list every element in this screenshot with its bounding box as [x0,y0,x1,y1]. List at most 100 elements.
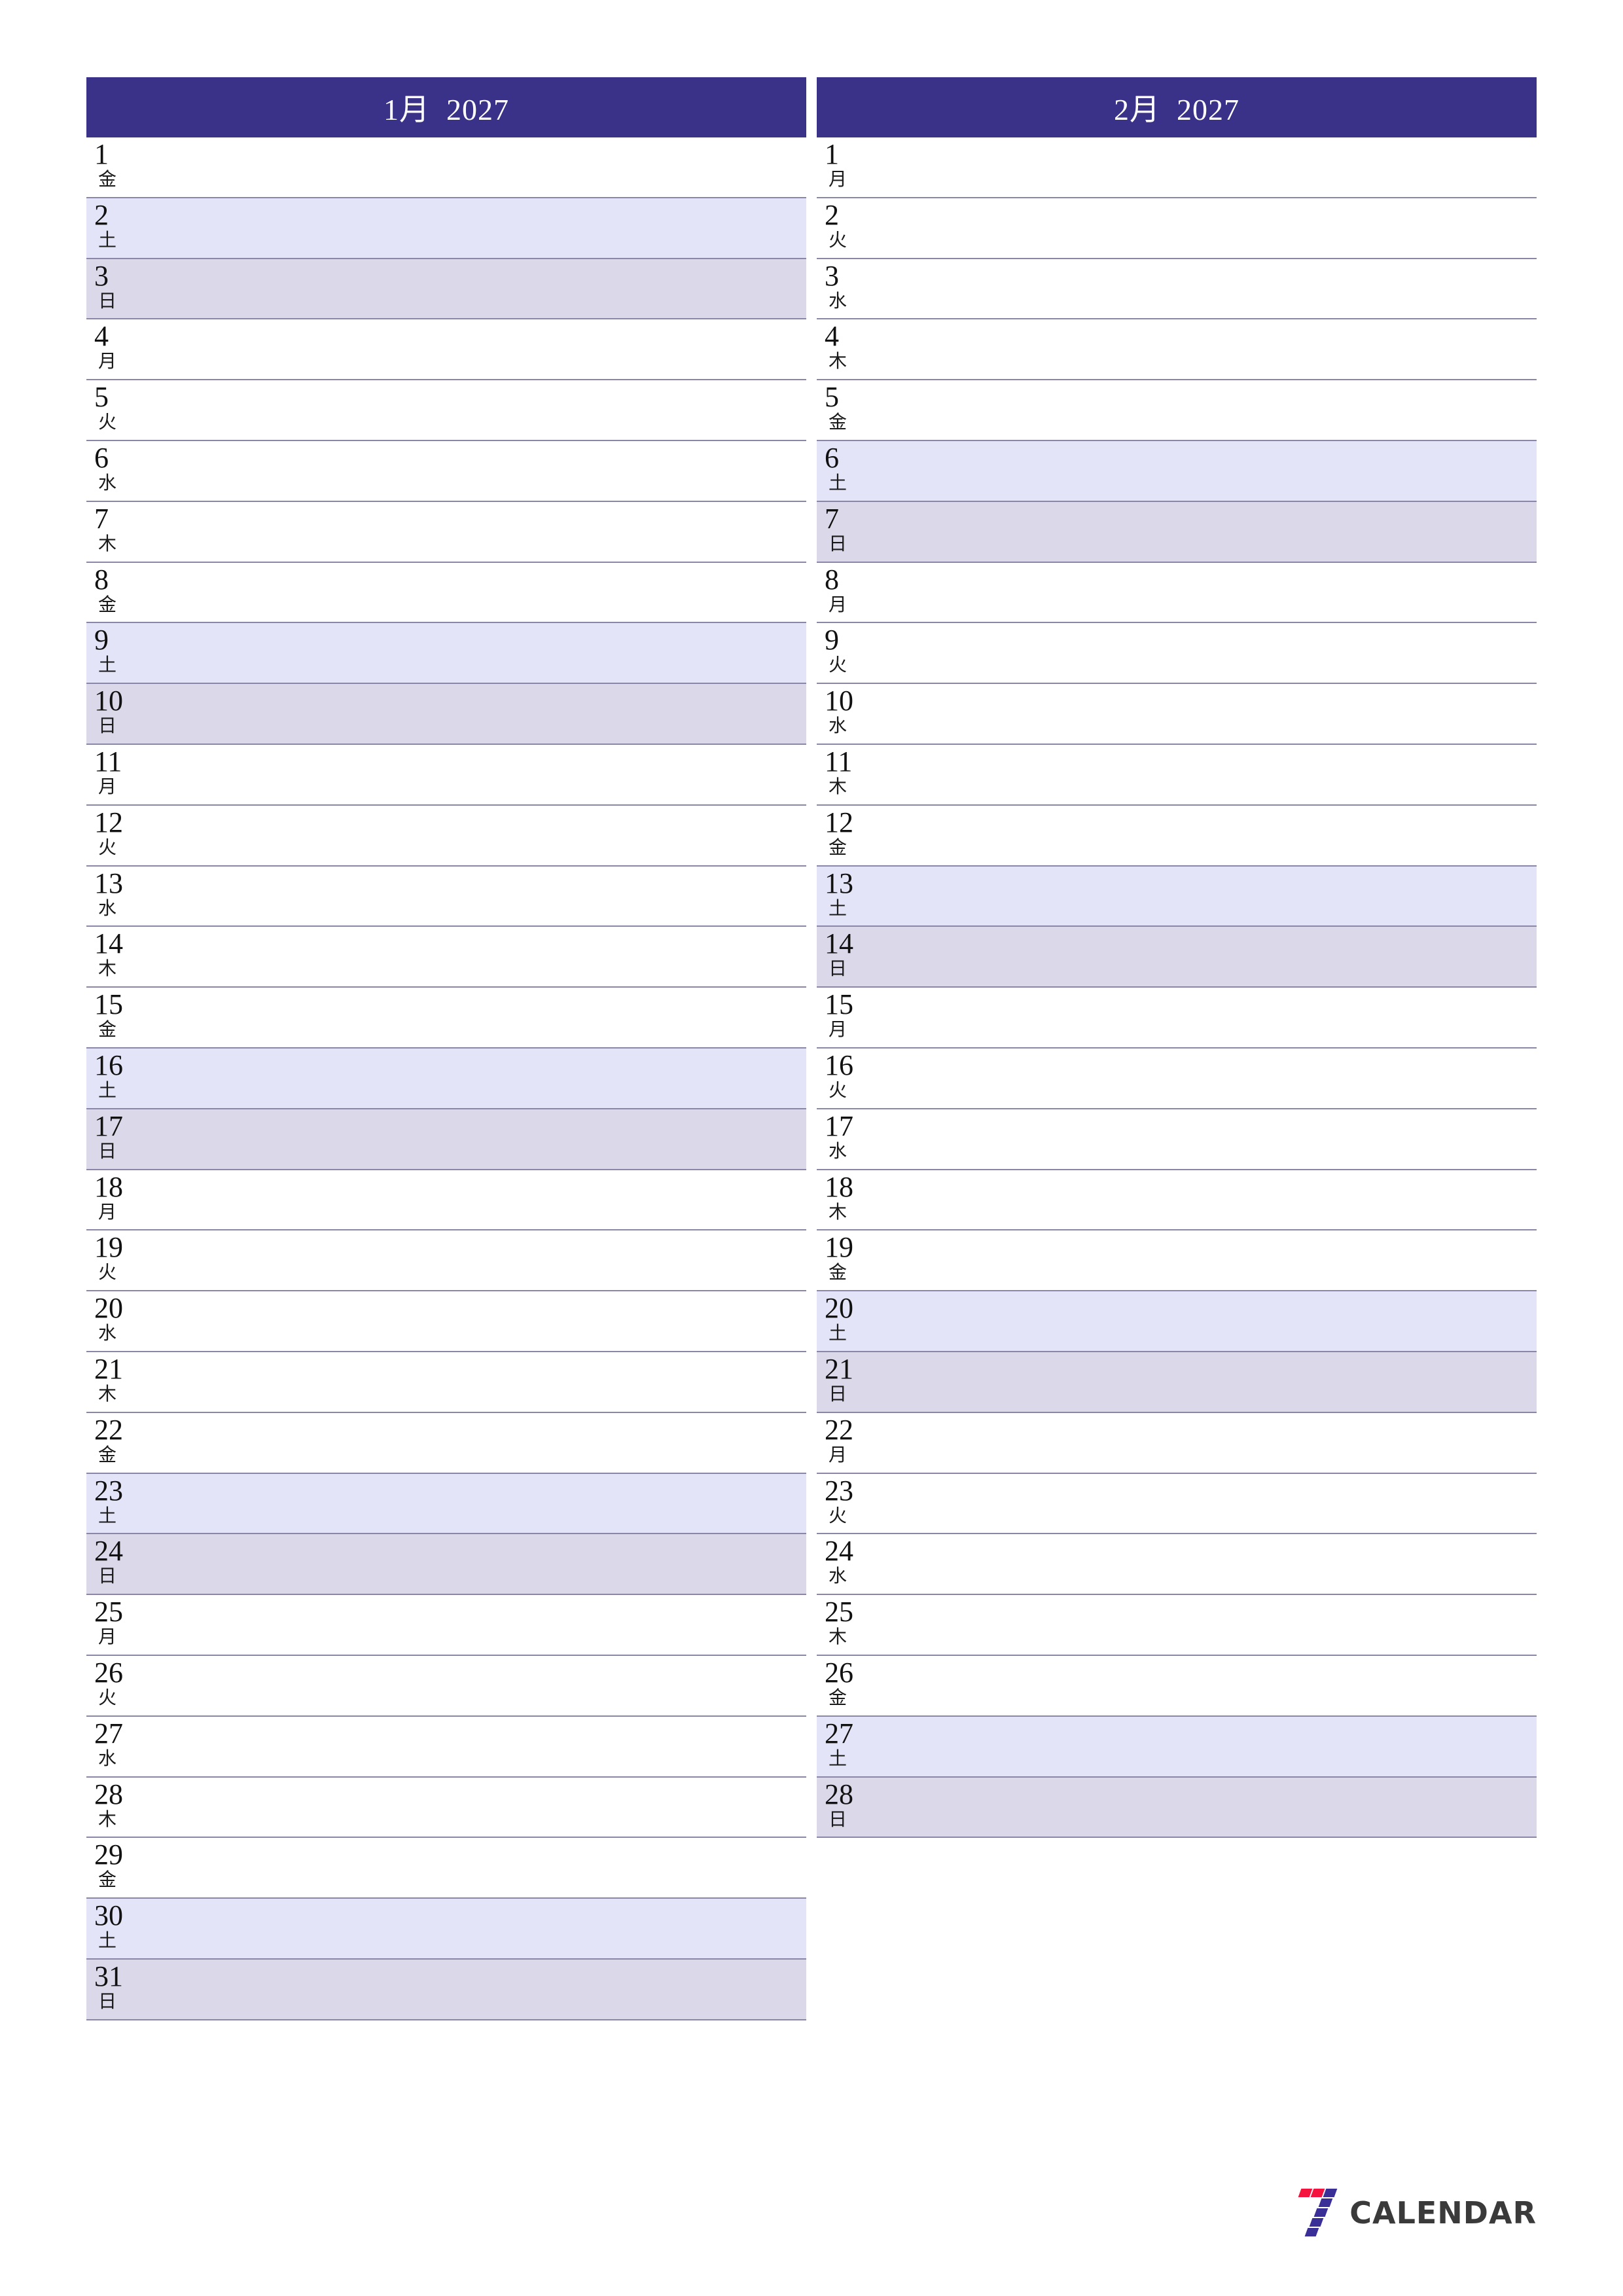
day-weekday-label: 水 [98,1747,117,1769]
day-number: 11 [94,745,122,778]
day-number: 1 [94,138,109,170]
day-number: 24 [94,1535,123,1568]
day-row[interactable]: 21 木 [86,1352,806,1413]
day-row[interactable]: 16 土 [86,1048,806,1109]
day-weekday-label: 土 [98,654,117,676]
day-weekday-label: 木 [98,1808,117,1830]
day-row[interactable]: 23 火 [817,1473,1537,1535]
day-row[interactable]: 25 木 [817,1595,1537,1656]
day-row[interactable]: 24 水 [817,1534,1537,1596]
day-weekday-label: 日 [829,1808,847,1830]
day-row[interactable]: 13 水 [86,866,806,927]
day-row[interactable]: 20 土 [817,1291,1537,1352]
day-row[interactable]: 19 金 [817,1230,1537,1292]
month-title-february: 2月 2027 [1114,93,1240,126]
day-row[interactable]: 14 木 [86,927,806,988]
day-row[interactable]: 3日 [86,259,806,320]
day-number: 26 [825,1656,853,1689]
day-weekday-label: 月 [829,168,847,190]
day-row[interactable]: 17 日 [86,1109,806,1170]
day-weekday-label: 月 [98,350,117,372]
day-row[interactable]: 11 木 [817,744,1537,806]
day-number: 20 [94,1292,123,1325]
day-row[interactable]: 4月 [86,319,806,381]
day-row[interactable]: 1月 [817,137,1537,198]
day-row[interactable]: 11 月 [86,744,806,806]
day-row[interactable]: 5火 [86,380,806,441]
day-row[interactable]: 18 月 [86,1170,806,1231]
day-row[interactable]: 18 木 [817,1170,1537,1231]
day-weekday-label: 土 [829,471,847,493]
day-list-january: 1 金 2 土 3 日 4 月 5 火 6 水 7 木 8 金 9 土 10 日 11 月 12 火 13 水 14 木 15 金 16 土 1… [86,137,806,2020]
day-row[interactable]: 4木 [817,319,1537,381]
day-weekday-label: 月 [98,1200,117,1223]
day-row[interactable]: 1金 [86,137,806,198]
day-row[interactable]: 13 土 [817,866,1537,927]
day-weekday-label: 土 [829,897,847,919]
day-weekday-label: 日 [829,1382,847,1405]
day-row[interactable]: 27 土 [817,1716,1537,1778]
day-number: 7 [825,502,839,535]
day-weekday-label: 木 [829,350,847,372]
day-row[interactable]: 6水 [86,440,806,502]
day-row[interactable]: 26 金 [817,1655,1537,1717]
day-weekday-label: 日 [829,958,847,980]
day-number: 28 [825,1778,853,1810]
day-row[interactable]: 10 日 [86,684,806,745]
day-row[interactable]: 16 火 [817,1048,1537,1109]
day-number: 13 [825,867,853,899]
day-row[interactable]: 5金 [817,380,1537,441]
day-row[interactable]: 12 火 [86,805,806,867]
day-row[interactable]: 2火 [817,198,1537,259]
day-row[interactable]: 12 金 [817,805,1537,867]
day-weekday-label: 火 [98,836,117,858]
day-row[interactable]: 22 金 [86,1412,806,1474]
day-weekday-label: 日 [98,1565,117,1587]
day-row[interactable]: 9火 [817,623,1537,685]
day-number: 2 [825,198,839,231]
day-row[interactable]: 15 月 [817,988,1537,1049]
day-row[interactable]: 3水 [817,259,1537,320]
day-number: 4 [94,320,109,353]
day-number: 17 [825,1109,853,1142]
day-weekday-label: 土 [829,1322,847,1344]
day-number: 24 [825,1535,853,1568]
day-weekday-label: 金 [829,1261,847,1283]
day-row[interactable]: 28 日 [817,1777,1537,1839]
day-row[interactable]: 22 月 [817,1412,1537,1474]
day-row[interactable]: 30 土 [86,1899,806,1960]
day-row[interactable]: 7木 [86,501,806,563]
day-row[interactable]: 9土 [86,623,806,685]
day-weekday-label: 金 [829,836,847,858]
day-row[interactable]: 8金 [86,562,806,624]
day-row[interactable]: 21 日 [817,1352,1537,1413]
day-weekday-label: 木 [829,775,847,797]
day-row[interactable]: 27 水 [86,1716,806,1778]
day-number: 3 [94,259,109,292]
day-number: 1 [825,138,839,170]
day-row[interactable]: 31 日 [86,1959,806,2020]
day-weekday-label: 日 [829,532,847,554]
day-row[interactable]: 25 月 [86,1595,806,1656]
day-row[interactable]: 24 日 [86,1534,806,1596]
day-row[interactable]: 6土 [817,440,1537,502]
day-weekday-label: 火 [98,1686,117,1708]
day-row[interactable]: 28 木 [86,1777,806,1839]
day-row[interactable]: 17 水 [817,1109,1537,1170]
day-number: 25 [825,1596,853,1628]
day-number: 10 [94,685,123,717]
day-row[interactable]: 26 火 [86,1655,806,1717]
day-row[interactable]: 8月 [817,562,1537,624]
day-row[interactable]: 15 金 [86,988,806,1049]
day-weekday-label: 火 [829,228,847,251]
logo-segment [1309,2218,1324,2227]
day-row[interactable]: 20 水 [86,1291,806,1352]
day-row[interactable]: 23 土 [86,1473,806,1535]
day-row[interactable]: 7日 [817,501,1537,563]
day-row[interactable]: 2土 [86,198,806,259]
day-row[interactable]: 14 日 [817,927,1537,988]
day-row[interactable]: 10 水 [817,684,1537,745]
day-row[interactable]: 29 金 [86,1838,806,1899]
logo-segment [1318,2198,1333,2207]
day-row[interactable]: 19 火 [86,1230,806,1292]
